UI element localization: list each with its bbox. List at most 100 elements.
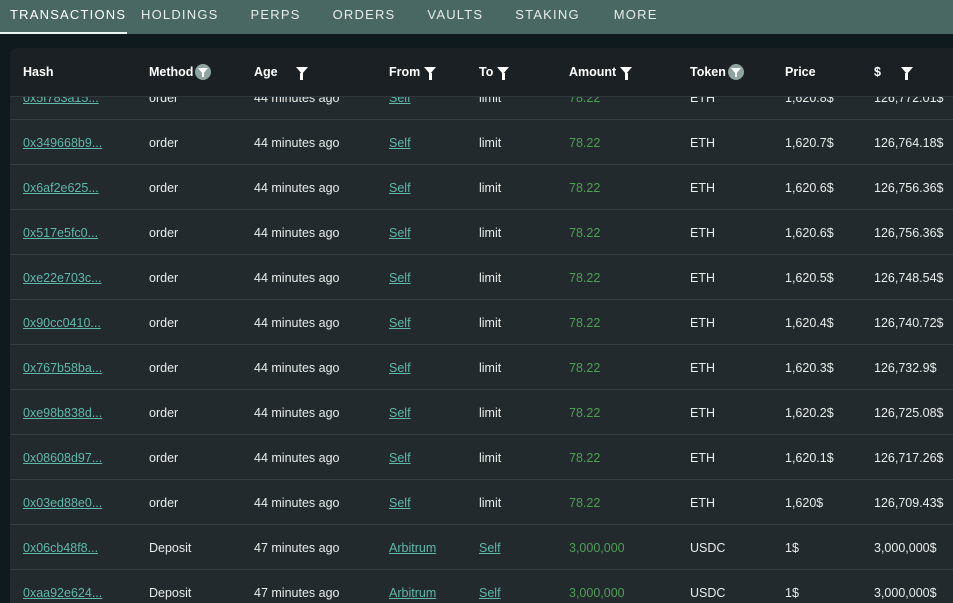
- token-filter-icon[interactable]: [727, 64, 744, 80]
- column-header-age-label: Age: [254, 65, 278, 79]
- tx-hash-link[interactable]: 0x6af2e625...: [23, 166, 99, 210]
- tx-token: ETH: [690, 226, 715, 240]
- tab-vaults[interactable]: VAULTS: [411, 0, 499, 34]
- column-header-hash-label: Hash: [23, 65, 54, 79]
- tx-from-link[interactable]: Self: [389, 256, 411, 300]
- amount-filter-icon[interactable]: [620, 67, 633, 80]
- tx-price: 1,620$: [785, 496, 824, 510]
- tx-amount: 78.22: [569, 271, 601, 285]
- tx-age: 44 minutes ago: [254, 316, 340, 330]
- tx-hash-link[interactable]: 0x349668b9...: [23, 121, 102, 165]
- tx-from-link[interactable]: Self: [389, 391, 411, 435]
- column-header-token-label: Token: [690, 65, 726, 79]
- tx-method: order: [149, 361, 179, 375]
- table-row: 0x06cb48f8... Deposit 47 minutes ago Arb…: [10, 526, 953, 570]
- tx-token: ETH: [690, 406, 715, 420]
- tx-age: 44 minutes ago: [254, 181, 340, 195]
- tx-from-link[interactable]: Self: [389, 481, 411, 525]
- tx-age: 44 minutes ago: [254, 406, 340, 420]
- table-header: Hash Method Age From To Amount Token Pri…: [10, 48, 953, 97]
- tx-token: ETH: [690, 181, 715, 195]
- tx-from-link[interactable]: Arbitrum: [389, 526, 436, 570]
- table-row: 0x6af2e625... order 44 minutes ago Self …: [10, 166, 953, 210]
- tx-to-link[interactable]: Self: [479, 571, 501, 603]
- tx-amount: 3,000,000: [569, 541, 625, 555]
- tx-amount: 78.22: [569, 181, 601, 195]
- tx-to: limit: [479, 316, 502, 330]
- tx-method: order: [149, 226, 179, 240]
- tx-from-link[interactable]: Self: [389, 121, 411, 165]
- tx-to: limit: [479, 181, 502, 195]
- table-row: 0x03ed88e0... order 44 minutes ago Self …: [10, 481, 953, 525]
- tx-to: limit: [479, 406, 502, 420]
- tab-orders[interactable]: ORDERS: [317, 0, 412, 34]
- tx-from-link[interactable]: Self: [389, 211, 411, 255]
- tx-to: limit: [479, 496, 502, 510]
- tab-holdings[interactable]: HOLDINGS: [127, 0, 235, 34]
- tx-hash-link[interactable]: 0x517e5fc0...: [23, 211, 98, 255]
- tx-hash-link[interactable]: 0x06cb48f8...: [23, 526, 98, 570]
- tx-amount: 78.22: [569, 136, 601, 150]
- column-header-price: Price: [785, 48, 816, 96]
- column-header-from: From: [389, 48, 437, 96]
- tx-age: 47 minutes ago: [254, 586, 340, 600]
- tab-more[interactable]: MORE: [596, 0, 674, 34]
- tx-usd-value: 126,717.26$: [874, 451, 944, 465]
- tx-price: 1,620.7$: [785, 136, 834, 150]
- tx-from-link[interactable]: Self: [389, 166, 411, 210]
- tx-to: limit: [479, 271, 502, 285]
- tx-usd-value: 126,725.08$: [874, 406, 944, 420]
- column-header-from-label: From: [389, 65, 421, 79]
- tx-hash-link[interactable]: 0xe22e703c...: [23, 256, 102, 300]
- tx-price: 1,620.1$: [785, 451, 834, 465]
- tab-perps[interactable]: PERPS: [235, 0, 317, 34]
- tx-usd-value: 126,764.18$: [874, 136, 944, 150]
- column-header-usd-label: $: [874, 65, 881, 79]
- method-filter-icon[interactable]: [195, 64, 212, 80]
- column-header-hash: Hash: [23, 48, 54, 96]
- tx-method: order: [149, 136, 179, 150]
- tx-amount: 78.22: [569, 361, 601, 375]
- tx-hash-link[interactable]: 0x08608d97...: [23, 436, 102, 480]
- column-header-to: To: [479, 48, 510, 96]
- tx-method: order: [149, 496, 179, 510]
- age-filter-icon[interactable]: [295, 67, 308, 80]
- tx-hash-link[interactable]: 0xe98b838d...: [23, 391, 102, 435]
- tab-bar: TRANSACTIONS HOLDINGS PERPS ORDERS VAULT…: [0, 0, 953, 34]
- column-header-age: Age: [254, 48, 308, 96]
- to-filter-icon[interactable]: [497, 67, 510, 80]
- tx-from-link[interactable]: Self: [389, 301, 411, 345]
- tab-transactions[interactable]: TRANSACTIONS: [0, 0, 127, 34]
- tx-method: Deposit: [149, 541, 192, 555]
- tx-to-link[interactable]: Self: [479, 526, 501, 570]
- tx-method: Deposit: [149, 586, 192, 600]
- tx-token: USDC: [690, 586, 726, 600]
- tx-hash-link[interactable]: 0x767b58ba...: [23, 346, 102, 390]
- usd-filter-icon[interactable]: [900, 67, 913, 80]
- tx-from-link[interactable]: Arbitrum: [389, 571, 436, 603]
- tx-amount: 78.22: [569, 316, 601, 330]
- tx-from-link[interactable]: Self: [389, 346, 411, 390]
- tx-to: limit: [479, 136, 502, 150]
- tx-price: 1,620.4$: [785, 316, 834, 330]
- tab-staking[interactable]: STAKING: [499, 0, 596, 34]
- column-header-to-label: To: [479, 65, 494, 79]
- tx-from-link[interactable]: Self: [389, 436, 411, 480]
- tx-hash-link[interactable]: 0x90cc0410...: [23, 301, 101, 345]
- table-row: 0x767b58ba... order 44 minutes ago Self …: [10, 346, 953, 390]
- table-row: 0x90cc0410... order 44 minutes ago Self …: [10, 301, 953, 345]
- from-filter-icon[interactable]: [424, 67, 437, 80]
- tx-age: 44 minutes ago: [254, 136, 340, 150]
- tx-token: ETH: [690, 271, 715, 285]
- table-row: 0x517e5fc0... order 44 minutes ago Self …: [10, 211, 953, 255]
- tx-hash-link[interactable]: 0xaa92e624...: [23, 571, 102, 603]
- table-row: 0xaa92e624... Deposit 47 minutes ago Arb…: [10, 571, 953, 603]
- tx-amount: 78.22: [569, 226, 601, 240]
- tx-token: ETH: [690, 136, 715, 150]
- tx-price: 1,620.6$: [785, 181, 834, 195]
- tx-token: ETH: [690, 316, 715, 330]
- tx-to: limit: [479, 451, 502, 465]
- tx-usd-value: 126,748.54$: [874, 271, 944, 285]
- tx-amount: 78.22: [569, 496, 601, 510]
- tx-hash-link[interactable]: 0x03ed88e0...: [23, 481, 102, 525]
